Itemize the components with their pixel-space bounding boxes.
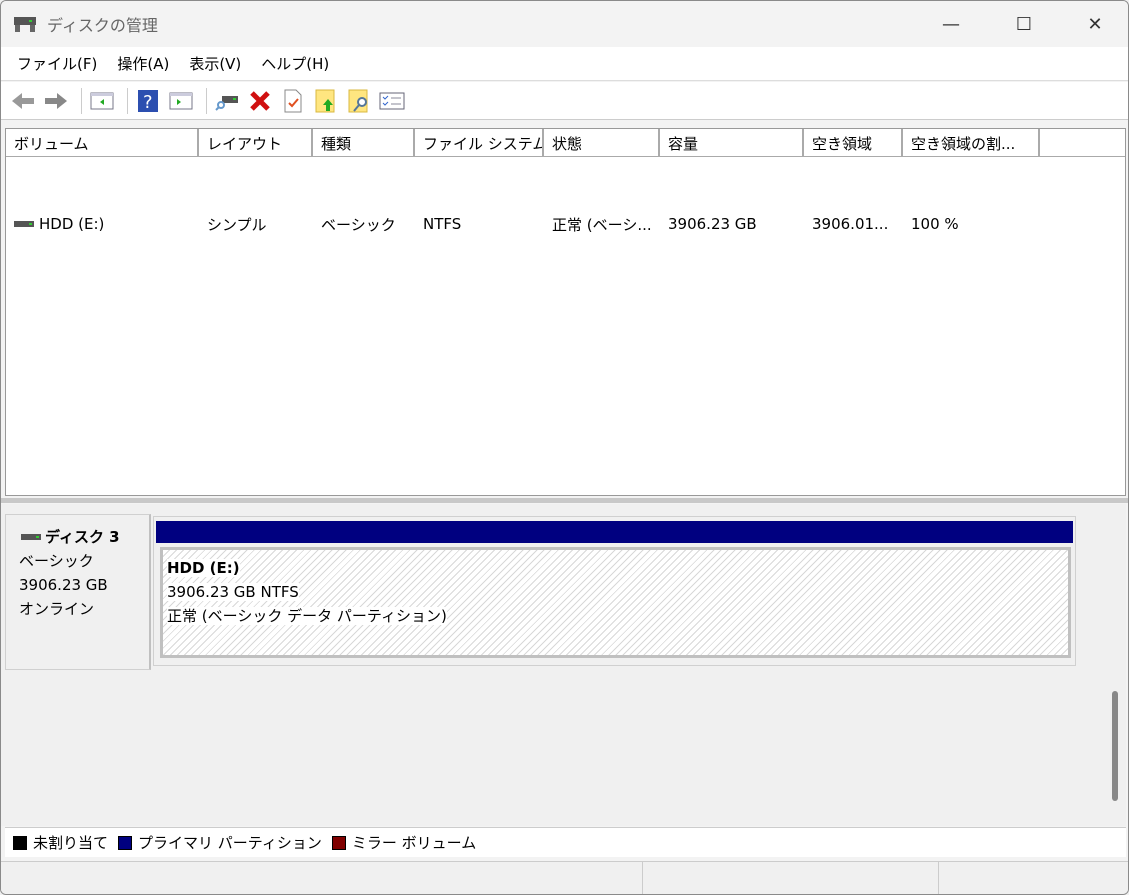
column-header-capacity[interactable]: 容量 — [660, 129, 804, 156]
partition-area: HDD (E:) 3906.23 GB NTFS 正常 (ベーシック データ パ… — [153, 516, 1076, 666]
table-row[interactable]: HDD (E:) シンプル ベーシック NTFS 正常 (ベーシ... 3906… — [6, 213, 1040, 235]
legend-mirror-volume: ミラー ボリューム — [351, 834, 477, 852]
menu-help[interactable]: ヘルプ(H) — [261, 53, 329, 74]
svg-text:?: ? — [143, 92, 153, 113]
show-action-pane-icon[interactable] — [167, 87, 195, 115]
close-button[interactable]: ✕ — [1065, 1, 1125, 47]
legend: 未割り当て プライマリ パーティション ミラー ボリューム — [5, 827, 1126, 857]
properties-icon[interactable] — [279, 87, 307, 115]
disk-size: 3906.23 GB — [19, 576, 108, 594]
cell-free-space: 3906.01... — [812, 215, 889, 233]
menu-file[interactable]: ファイル(F) — [17, 53, 97, 74]
menu-action[interactable]: 操作(A) — [117, 53, 169, 74]
vertical-scrollbar[interactable] — [1105, 504, 1126, 826]
partition-size-fs: 3906.23 GB NTFS — [167, 583, 299, 601]
disk-icon — [21, 534, 41, 540]
disk-management-icon — [14, 17, 36, 32]
partition-name: HDD (E:) — [167, 559, 240, 577]
cell-free-percent: 100 % — [911, 215, 959, 233]
volume-list-header: ボリューム レイアウト 種類 ファイル システム 状態 容量 空き領域 空き領域… — [6, 129, 1125, 157]
minimize-button[interactable]: — — [921, 1, 981, 47]
help-icon[interactable]: ? — [134, 87, 162, 115]
cell-layout: シンプル — [207, 215, 267, 234]
back-icon[interactable] — [9, 87, 37, 115]
legend-swatch-mirror — [331, 835, 346, 850]
window-title: ディスクの管理 — [47, 16, 158, 35]
disk-type: ベーシック — [19, 552, 94, 570]
cell-file-system: NTFS — [423, 215, 462, 233]
forward-icon[interactable] — [42, 87, 70, 115]
status-pane — [1, 862, 643, 894]
connect-disk-icon[interactable] — [213, 87, 241, 115]
legend-swatch-primary — [118, 835, 133, 850]
cell-type: ベーシック — [321, 215, 396, 234]
delete-icon[interactable] — [246, 87, 274, 115]
volume-list: ボリューム レイアウト 種類 ファイル システム 状態 容量 空き領域 空き領域… — [5, 128, 1126, 496]
menu-view[interactable]: 表示(V) — [189, 53, 241, 74]
drive-icon — [14, 221, 34, 227]
partition-hdd-e[interactable]: HDD (E:) 3906.23 GB NTFS 正常 (ベーシック データ パ… — [160, 547, 1071, 658]
toolbar-divider — [206, 87, 207, 114]
disk-status: オンライン — [19, 600, 95, 618]
column-header-type[interactable]: 種類 — [313, 129, 415, 156]
toolbar: ? — [1, 82, 1128, 120]
maximize-button[interactable]: ☐ — [994, 1, 1054, 47]
settings-list-icon[interactable] — [378, 87, 406, 115]
cell-status: 正常 (ベーシ... — [552, 215, 652, 234]
status-bar — [1, 861, 1128, 894]
column-header-file-system[interactable]: ファイル システム — [415, 129, 544, 156]
legend-primary-partition: プライマリ パーティション — [138, 834, 322, 852]
disk-label[interactable]: ディスク 3 ベーシック 3906.23 GB オンライン — [5, 514, 151, 670]
disk-name: ディスク 3 — [45, 528, 120, 546]
title-bar: ディスクの管理 — ☐ ✕ — [1, 1, 1128, 47]
legend-unallocated: 未割り当て — [33, 834, 109, 852]
cell-volume: HDD (E:) — [6, 215, 199, 233]
status-pane — [643, 862, 939, 894]
menu-bar: ファイル(F) 操作(A) 表示(V) ヘルプ(H) — [1, 47, 1128, 81]
show-hide-console-tree-icon[interactable] — [88, 87, 116, 115]
column-header-volume[interactable]: ボリューム — [6, 129, 199, 156]
primary-partition-bar — [156, 521, 1073, 543]
scrollbar-thumb[interactable] — [1112, 691, 1118, 801]
column-header-free-space[interactable]: 空き領域 — [804, 129, 903, 156]
toolbar-divider — [81, 87, 82, 114]
column-header-layout[interactable]: レイアウト — [199, 129, 313, 156]
legend-swatch-unallocated — [13, 835, 27, 850]
volume-name: HDD (E:) — [39, 215, 105, 233]
pane-splitter[interactable] — [1, 498, 1128, 503]
partition-status: 正常 (ベーシック データ パーティション) — [167, 607, 447, 625]
import-icon[interactable] — [312, 87, 340, 115]
disk-management-window: ディスクの管理 — ☐ ✕ ファイル(F) 操作(A) 表示(V) ヘルプ(H)… — [0, 0, 1129, 895]
toolbar-divider — [127, 87, 128, 114]
cell-capacity: 3906.23 GB — [668, 215, 757, 233]
column-header-status[interactable]: 状態 — [544, 129, 660, 156]
column-header-free-percent[interactable]: 空き領域の割... — [903, 129, 1040, 156]
find-icon[interactable] — [345, 87, 373, 115]
disk-graphical-view: ディスク 3 ベーシック 3906.23 GB オンライン HDD (E:) 3… — [1, 504, 1105, 826]
